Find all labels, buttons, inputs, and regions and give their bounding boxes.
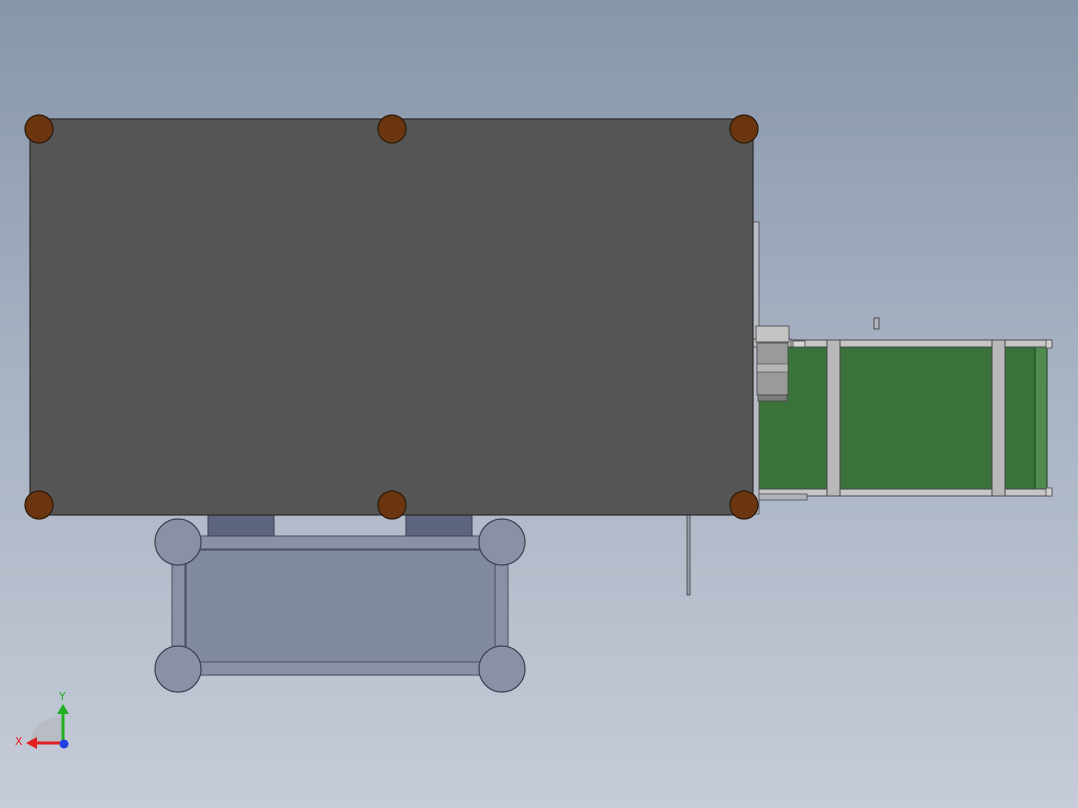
conveyor-end-tab <box>1045 487 1053 497</box>
conveyor-crossbar <box>991 339 1006 497</box>
table-post <box>24 490 54 520</box>
conveyor-end-tab <box>1045 339 1053 349</box>
lower-frame-bracket-left <box>207 513 275 537</box>
conveyor-lower-plate <box>754 493 808 501</box>
lower-frame-inner-panel <box>185 549 496 663</box>
table-post <box>377 114 407 144</box>
table-post <box>729 490 759 520</box>
y-axis-label: Y <box>58 690 66 703</box>
lower-frame-rail-bottom <box>177 661 502 676</box>
coordinate-triad-icon: Y X <box>15 690 69 749</box>
conveyor-crossbar <box>826 339 841 497</box>
table-post <box>377 490 407 520</box>
table-post <box>729 114 759 144</box>
z-axis-dot <box>59 739 69 749</box>
cad-viewport[interactable]: Y X <box>0 0 1078 808</box>
motor-end-cap <box>757 394 788 402</box>
conveyor-sensor <box>873 317 880 330</box>
conveyor-belt-end <box>1034 345 1048 491</box>
caster-wheel <box>478 518 526 566</box>
motor-coupler <box>792 340 806 348</box>
table-top[interactable] <box>29 118 754 516</box>
motor-band <box>756 363 789 373</box>
lower-frame-rail-top <box>177 535 502 550</box>
assembly-top-view: Y X <box>15 114 1053 749</box>
lower-frame[interactable] <box>154 513 526 693</box>
y-axis-arrowhead <box>57 704 69 714</box>
support-rod <box>686 514 691 596</box>
caster-wheel <box>154 518 202 566</box>
lower-frame-bracket-right <box>405 513 473 537</box>
caster-wheel <box>478 645 526 693</box>
motor-housing-top <box>755 325 790 343</box>
table-post <box>24 114 54 144</box>
x-axis-label: X <box>15 735 23 748</box>
caster-wheel <box>154 645 202 693</box>
triad-plane <box>30 716 62 742</box>
